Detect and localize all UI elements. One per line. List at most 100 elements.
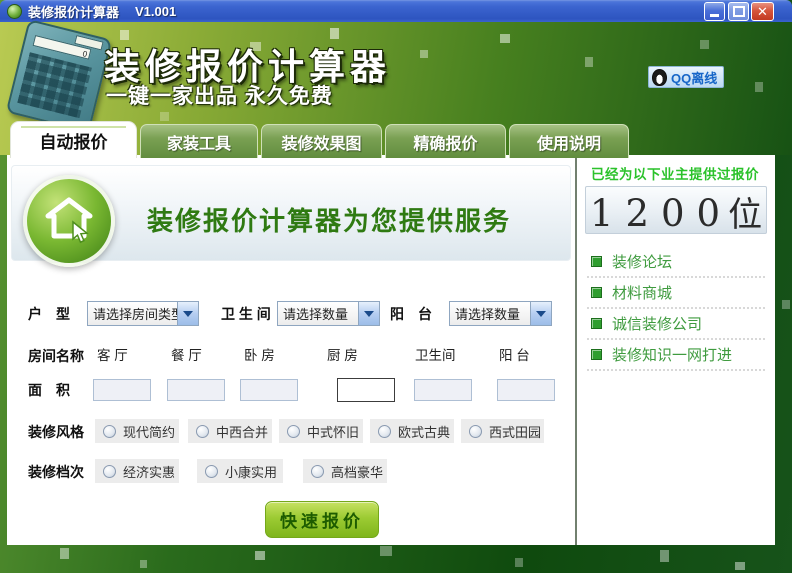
bullet-icon bbox=[591, 349, 602, 360]
quote-count-box: 1200 位 bbox=[585, 186, 767, 234]
link-label: 装修知识一网打进 bbox=[612, 344, 732, 365]
tab-label: 装修效果图 bbox=[281, 130, 361, 154]
area-label: 面 积 bbox=[28, 377, 70, 403]
close-button[interactable]: ✕ bbox=[751, 2, 774, 21]
house-type-label: 户 型 bbox=[28, 301, 70, 327]
dropdown-arrow-button[interactable] bbox=[177, 302, 198, 325]
radio-icon[interactable] bbox=[311, 465, 324, 478]
balcony-count-label: 阳 台 bbox=[390, 301, 432, 327]
sidebar-link-list: 装修论坛 材料商城 诚信装修公司 装修知识一网打进 bbox=[587, 247, 765, 371]
sidebar: 已经为以下业主提供过报价 1200 位 装修论坛 材料商城 诚信装修公司 装修知… bbox=[575, 155, 775, 545]
radio-icon[interactable] bbox=[103, 465, 116, 478]
room-name-header: 卫生间 bbox=[415, 346, 456, 366]
tab-label: 精确报价 bbox=[413, 130, 477, 154]
option-label: 西式田园 bbox=[489, 422, 541, 441]
tab-label: 自动报价 bbox=[40, 128, 108, 153]
chevron-down-icon bbox=[183, 311, 193, 317]
house-type-select[interactable]: 请选择房间类型 bbox=[87, 301, 199, 326]
radio-icon[interactable] bbox=[469, 425, 482, 438]
quick-quote-button[interactable]: 快速报价 bbox=[265, 501, 379, 538]
style-label: 装修风格 bbox=[28, 419, 84, 445]
sidebar-link-knowledge[interactable]: 装修知识一网打进 bbox=[587, 340, 765, 371]
level-option-economy[interactable]: 经济实惠 bbox=[95, 459, 179, 483]
link-label: 材料商城 bbox=[612, 282, 672, 303]
bullet-icon bbox=[591, 287, 602, 298]
style-option-european[interactable]: 欧式古典 bbox=[370, 419, 454, 443]
select-value: 请选择数量 bbox=[278, 304, 358, 323]
chevron-down-icon bbox=[364, 311, 374, 317]
level-option-comfort[interactable]: 小康实用 bbox=[197, 459, 283, 483]
maximize-button[interactable] bbox=[728, 2, 749, 21]
style-option-chinese-classic[interactable]: 中式怀旧 bbox=[279, 419, 363, 443]
tab-usage-help[interactable]: 使用说明 bbox=[509, 124, 629, 158]
qq-status-badge[interactable]: QQ离线 bbox=[648, 66, 724, 88]
room-names-label: 房间名称 bbox=[28, 343, 84, 369]
radio-icon[interactable] bbox=[378, 425, 391, 438]
area-input-balcony[interactable] bbox=[497, 379, 555, 401]
calculator-logo-icon: 0 bbox=[6, 19, 113, 133]
window-version: V1.001 bbox=[135, 4, 176, 19]
option-label: 高档豪华 bbox=[331, 462, 383, 481]
option-label: 经济实惠 bbox=[123, 462, 175, 481]
quote-count-unit: 位 bbox=[728, 187, 762, 236]
window-title: 装修报价计算器 bbox=[28, 2, 119, 21]
dropdown-arrow-button[interactable] bbox=[358, 302, 379, 325]
tab-auto-quote[interactable]: 自动报价 bbox=[10, 121, 137, 158]
radio-icon[interactable] bbox=[196, 425, 209, 438]
tab-precise-quote[interactable]: 精确报价 bbox=[385, 124, 506, 158]
bathroom-count-select[interactable]: 请选择数量 bbox=[277, 301, 380, 326]
tab-effect-gallery[interactable]: 装修效果图 bbox=[261, 124, 382, 158]
link-label: 诚信装修公司 bbox=[612, 313, 702, 334]
radio-icon[interactable] bbox=[103, 425, 116, 438]
room-name-header: 阳 台 bbox=[499, 346, 530, 366]
maximize-icon bbox=[733, 6, 745, 17]
sidebar-link-trusted-companies[interactable]: 诚信装修公司 bbox=[587, 309, 765, 340]
style-option-western-rural[interactable]: 西式田园 bbox=[461, 419, 544, 443]
qq-penguin-icon bbox=[652, 69, 667, 86]
balcony-count-select[interactable]: 请选择数量 bbox=[449, 301, 552, 326]
room-name-header: 厨 房 bbox=[327, 346, 358, 366]
area-input-livingroom[interactable] bbox=[93, 379, 151, 401]
bathroom-count-label: 卫 生 间 bbox=[221, 301, 271, 327]
link-label: 装修论坛 bbox=[612, 251, 672, 272]
tab-home-tools[interactable]: 家装工具 bbox=[140, 124, 258, 158]
minimize-button[interactable] bbox=[704, 2, 725, 21]
dropdown-arrow-button[interactable] bbox=[530, 302, 551, 325]
minimize-icon bbox=[710, 14, 719, 17]
tab-bar: 自动报价 家装工具 装修效果图 精确报价 使用说明 bbox=[10, 121, 629, 158]
chevron-down-icon bbox=[536, 311, 546, 317]
level-option-luxury[interactable]: 高档豪华 bbox=[303, 459, 387, 483]
option-label: 现代简约 bbox=[123, 422, 175, 441]
app-window: 装修报价计算器 V1.001 ✕ 0 装修报价计算器 一键一家出品 永久免费 Q… bbox=[0, 0, 792, 573]
calculator-keys bbox=[17, 52, 92, 118]
area-input-bedroom[interactable] bbox=[240, 379, 298, 401]
select-value: 请选择房间类型 bbox=[88, 304, 177, 323]
tab-label: 家装工具 bbox=[167, 130, 231, 154]
room-name-header: 卧 房 bbox=[244, 346, 275, 366]
style-option-modern[interactable]: 现代简约 bbox=[95, 419, 179, 443]
sidebar-link-material-mall[interactable]: 材料商城 bbox=[587, 278, 765, 309]
room-name-header: 餐 厅 bbox=[171, 346, 202, 366]
option-label: 中式怀旧 bbox=[307, 422, 359, 441]
room-name-header: 客 厅 bbox=[97, 346, 128, 366]
area-input-kitchen[interactable] bbox=[337, 378, 395, 402]
quote-count: 1200 bbox=[590, 191, 732, 237]
area-input-bathroom[interactable] bbox=[414, 379, 472, 401]
house-button[interactable] bbox=[23, 175, 115, 267]
banner-heading: 装修报价计算器为您提供服务 bbox=[147, 201, 511, 238]
level-label: 装修档次 bbox=[28, 459, 84, 485]
option-label: 中西合并 bbox=[216, 422, 268, 441]
tab-label: 使用说明 bbox=[537, 130, 601, 154]
close-icon: ✕ bbox=[757, 4, 768, 20]
option-label: 欧式古典 bbox=[398, 422, 450, 441]
area-input-diningroom[interactable] bbox=[167, 379, 225, 401]
sidebar-link-forum[interactable]: 装修论坛 bbox=[587, 247, 765, 278]
style-option-mixed[interactable]: 中西合并 bbox=[188, 419, 272, 443]
radio-icon[interactable] bbox=[205, 465, 218, 478]
option-label: 小康实用 bbox=[225, 462, 277, 481]
qq-status-label: QQ离线 bbox=[671, 68, 717, 87]
quick-quote-label: 快速报价 bbox=[280, 507, 364, 532]
radio-icon[interactable] bbox=[287, 425, 300, 438]
main-panel: 装修报价计算器为您提供服务 户 型 请选择房间类型 卫 生 间 请选择数量 阳 … bbox=[7, 155, 575, 545]
app-slogan: 一键一家出品 永久免费 bbox=[106, 80, 333, 110]
